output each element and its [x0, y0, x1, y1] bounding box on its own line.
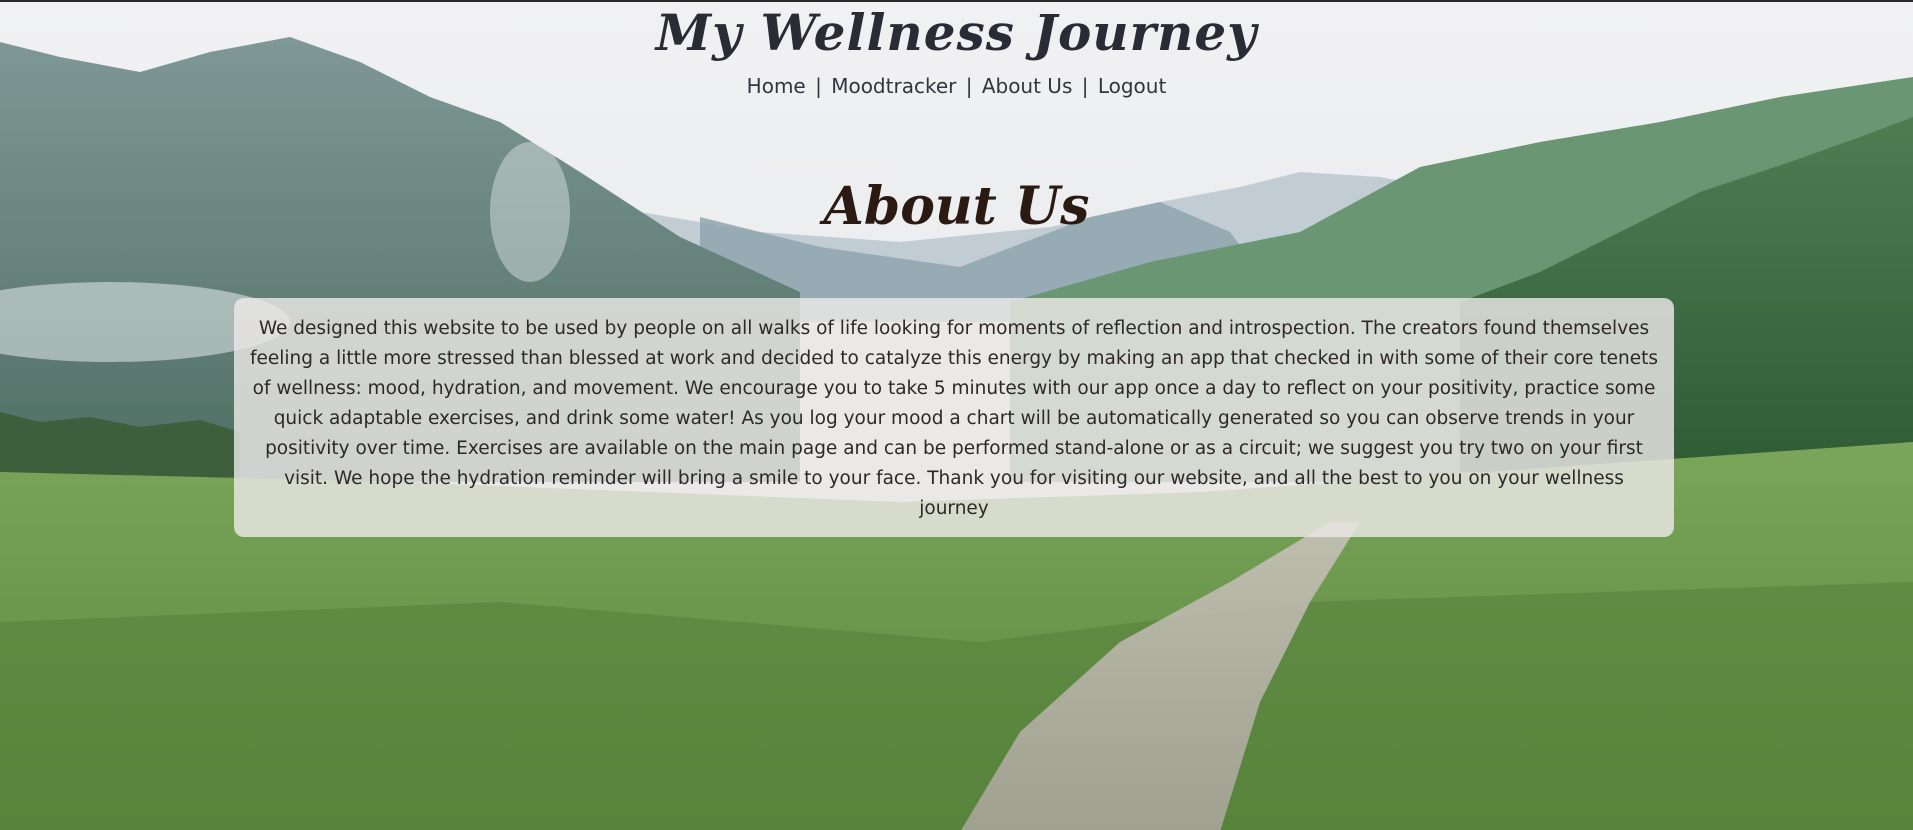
nav-link-logout[interactable]: Logout — [1098, 74, 1166, 98]
nav-link-about-us[interactable]: About Us — [982, 74, 1073, 98]
nav-link-home[interactable]: Home — [747, 74, 806, 98]
nav-separator: | — [965, 74, 973, 98]
about-card: We designed this website to be used by p… — [234, 298, 1674, 537]
nav-separator: | — [1081, 74, 1089, 98]
about-body-text: We designed this website to be used by p… — [249, 318, 1659, 519]
page-heading: About Us — [823, 176, 1090, 237]
nav-link-moodtracker[interactable]: Moodtracker — [831, 74, 956, 98]
main-nav: Home | Moodtracker | About Us | Logout — [0, 74, 1913, 98]
nav-separator: | — [815, 74, 822, 98]
site-title: My Wellness Journey — [655, 3, 1258, 62]
